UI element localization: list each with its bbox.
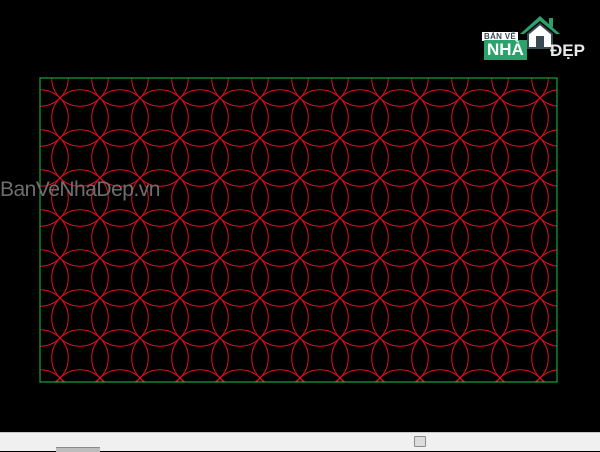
pattern-circle bbox=[0, 90, 28, 147]
pattern-circle bbox=[292, 10, 349, 67]
pattern-circle bbox=[536, 369, 557, 382]
logo-nha-text: NHÀ bbox=[484, 40, 527, 60]
pattern-circle bbox=[132, 10, 189, 67]
pattern-circle bbox=[372, 10, 429, 67]
pattern-circle bbox=[0, 250, 28, 307]
cad-viewport[interactable]: BanVeNhaDep.vn BẢN VẼ NHÀ ĐẸP bbox=[0, 0, 600, 432]
pattern-circle bbox=[52, 10, 109, 67]
pattern-circle bbox=[12, 10, 69, 67]
status-bar bbox=[0, 432, 600, 452]
pattern-circle bbox=[0, 370, 28, 427]
pattern-circle bbox=[0, 330, 28, 387]
pattern-circle bbox=[172, 10, 229, 67]
pattern-circle bbox=[0, 210, 28, 267]
pattern-circle bbox=[252, 10, 309, 67]
pattern-circle bbox=[332, 10, 389, 67]
pattern-circle bbox=[0, 50, 28, 107]
pattern-circle bbox=[92, 10, 149, 67]
logo-dep-text: ĐẸP bbox=[550, 41, 585, 60]
watermark-text: BanVeNhaDep.vn bbox=[0, 178, 160, 201]
site-logo: BẢN VẼ NHÀ ĐẸP bbox=[478, 12, 594, 64]
pattern-circle bbox=[212, 10, 269, 67]
pattern-circle bbox=[0, 290, 28, 347]
pattern-circle bbox=[0, 10, 28, 67]
horizontal-scroll-thumb[interactable] bbox=[414, 436, 426, 447]
pattern-circle bbox=[412, 10, 469, 67]
circle-pattern bbox=[0, 10, 557, 427]
pattern-drawing bbox=[0, 10, 558, 427]
